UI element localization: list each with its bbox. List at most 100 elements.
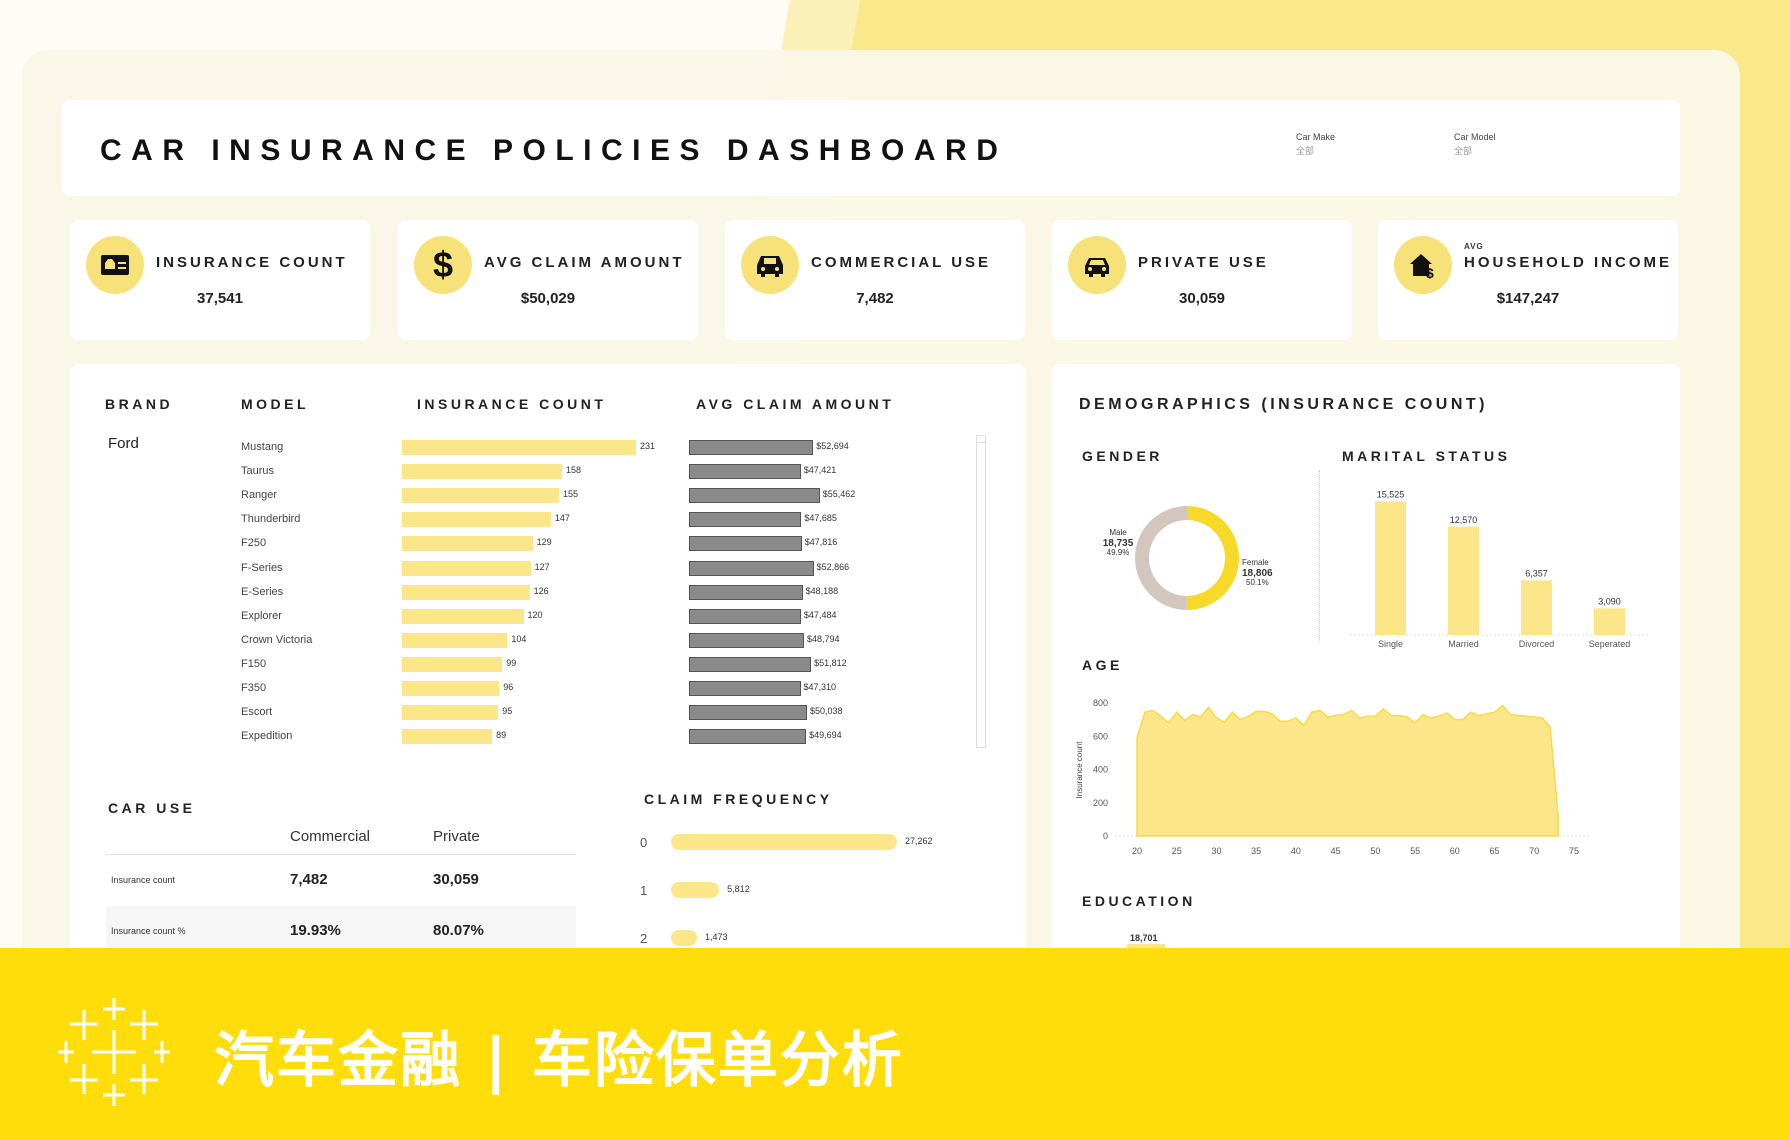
marital-bar[interactable] <box>1594 608 1625 635</box>
insurance-count-bar[interactable] <box>402 464 563 480</box>
marital-bar[interactable] <box>1375 501 1406 635</box>
model-name[interactable]: Thunderbird <box>241 513 300 525</box>
model-name[interactable]: Explorer <box>241 610 282 622</box>
row-value-private: 30,059 <box>433 871 479 888</box>
avg-claim-bar[interactable] <box>689 632 804 648</box>
insurance-count-bar[interactable] <box>402 488 559 504</box>
avg-claim-label: $52,694 <box>816 441 849 451</box>
insurance-count-bar[interactable] <box>402 584 530 600</box>
avg-claim-label: $55,462 <box>822 489 856 500</box>
avg-claim-bar[interactable] <box>689 656 812 672</box>
model-name[interactable]: Escort <box>241 706 272 718</box>
marital-value-label: 15,525 <box>1377 489 1405 499</box>
model-name[interactable]: Taurus <box>241 465 274 477</box>
claim-frequency-title: CLAIM FREQUENCY <box>644 791 833 807</box>
model-name[interactable]: F-Series <box>241 562 283 574</box>
insurance-count-bar[interactable] <box>402 440 636 455</box>
kpi-superscript: AVG <box>1464 242 1484 251</box>
insurance-count-bar[interactable] <box>402 729 493 745</box>
avg-claim-bar[interactable] <box>689 608 801 624</box>
row-label: Insurance count % <box>111 926 186 936</box>
model-name[interactable]: Expedition <box>241 730 292 742</box>
insurance-count-label: 126 <box>533 585 549 596</box>
education-bar-label: 18,701 <box>1130 933 1158 943</box>
avg-claim-bar[interactable] <box>689 729 807 745</box>
car-icon <box>1068 236 1126 294</box>
avg-claim-bar[interactable] <box>689 705 807 721</box>
kpi-avg-claim-amount: $ AVG CLAIM AMOUNT $50,029 <box>398 220 698 340</box>
model-name[interactable]: E-Series <box>241 586 283 598</box>
kpi-commercial-use: COMMERCIAL USE 7,482 <box>725 220 1025 340</box>
marital-bar[interactable] <box>1521 580 1552 635</box>
marital-bar[interactable] <box>1448 526 1479 635</box>
scrollbar-thumb[interactable] <box>977 436 985 443</box>
avg-claim-bar[interactable] <box>689 536 802 552</box>
model-name[interactable]: Ranger <box>241 489 277 501</box>
page-title: CAR INSURANCE POLICIES DASHBOARD <box>100 134 1008 167</box>
scrollbar[interactable] <box>976 435 986 748</box>
insurance-count-label: 147 <box>554 513 570 524</box>
claim-frequency-bar[interactable] <box>671 834 897 850</box>
insurance-count-label: 95 <box>502 706 513 717</box>
insurance-count-label: 120 <box>527 609 543 620</box>
avg-claim-bar[interactable] <box>689 560 814 576</box>
age-x-tick: 65 <box>1490 846 1500 856</box>
filter-car-model[interactable]: Car Model 全部 <box>1454 132 1496 157</box>
avg-claim-bar[interactable] <box>689 512 802 528</box>
row-label: Insurance count <box>111 875 176 885</box>
brand-cell[interactable]: Ford <box>108 435 139 452</box>
avg-claim-bar[interactable] <box>689 488 820 504</box>
insurance-count-label: 96 <box>503 682 514 692</box>
model-name[interactable]: F250 <box>241 537 266 549</box>
filter-label: Car Model <box>1454 132 1496 142</box>
kpi-label: PRIVATE USE <box>1138 254 1269 271</box>
avg-claim-label: $50,038 <box>809 706 843 717</box>
kpi-value: $147,247 <box>1496 290 1560 307</box>
avg-claim-bar[interactable] <box>689 681 801 696</box>
insurance-count-bar[interactable] <box>402 608 524 624</box>
row-value-private: 80.07% <box>433 922 484 939</box>
car-use-title: CAR USE <box>108 800 196 816</box>
gender-slice-female[interactable] <box>1186 506 1239 610</box>
age-area[interactable] <box>1136 704 1559 837</box>
insurance-count-bar[interactable] <box>402 512 551 528</box>
insurance-count-label: 231 <box>640 441 656 451</box>
claim-frequency-label: 0 <box>640 835 648 850</box>
avg-claim-bar[interactable] <box>689 584 803 600</box>
avg-claim-label: $47,685 <box>804 513 837 524</box>
avg-claim-bar[interactable] <box>689 464 801 480</box>
kpi-value: 7,482 <box>856 290 894 307</box>
insurance-count-bar[interactable] <box>402 656 503 672</box>
insurance-count-bar[interactable] <box>402 681 500 696</box>
insurance-count-bar[interactable] <box>402 560 531 576</box>
insurance-count-bar[interactable] <box>402 632 508 648</box>
insurance-count-header: INSURANCE COUNT <box>417 396 607 412</box>
insurance-count-label: 89 <box>496 730 507 741</box>
banner-title: 汽车金融 | 车险保单分析 <box>214 1026 904 1096</box>
claim-frequency-label: 2 <box>640 931 648 946</box>
age-title: AGE <box>1082 657 1123 673</box>
age-x-tick: 55 <box>1410 846 1420 856</box>
model-name[interactable]: Crown Victoria <box>241 634 312 646</box>
gender-percent-female: 50.1% <box>1246 578 1269 587</box>
avg-claim-bar[interactable] <box>689 440 814 455</box>
marital-value-label: 12,570 <box>1450 515 1478 525</box>
filter-value: 全部 <box>1454 146 1473 156</box>
insurance-count-label: 155 <box>563 489 579 500</box>
filter-value: 全部 <box>1296 146 1315 156</box>
claim-frequency-value: 1,473 <box>705 932 728 942</box>
filter-car-make[interactable]: Car Make 全部 <box>1296 132 1335 157</box>
model-name[interactable]: Mustang <box>241 441 283 453</box>
age-y-axis-label: Insurance count <box>1075 741 1084 799</box>
kpi-label: INSURANCE COUNT <box>156 254 348 271</box>
claim-frequency-bar[interactable] <box>671 882 720 898</box>
gender-slice-male[interactable] <box>1134 506 1187 610</box>
model-name[interactable]: F150 <box>241 658 266 670</box>
model-name[interactable]: F350 <box>241 682 266 694</box>
age-area-chart: 0 200 400 600 800 20 25 30 35 40 45 50 55 60 65 70 75 Ins… <box>1075 698 1590 856</box>
insurance-count-bar[interactable] <box>402 536 533 552</box>
claim-frequency-bar[interactable] <box>671 930 697 946</box>
insurance-count-bar[interactable] <box>402 705 499 721</box>
age-x-tick: 30 <box>1211 846 1221 856</box>
age-y-tick: 800 <box>1093 698 1108 708</box>
